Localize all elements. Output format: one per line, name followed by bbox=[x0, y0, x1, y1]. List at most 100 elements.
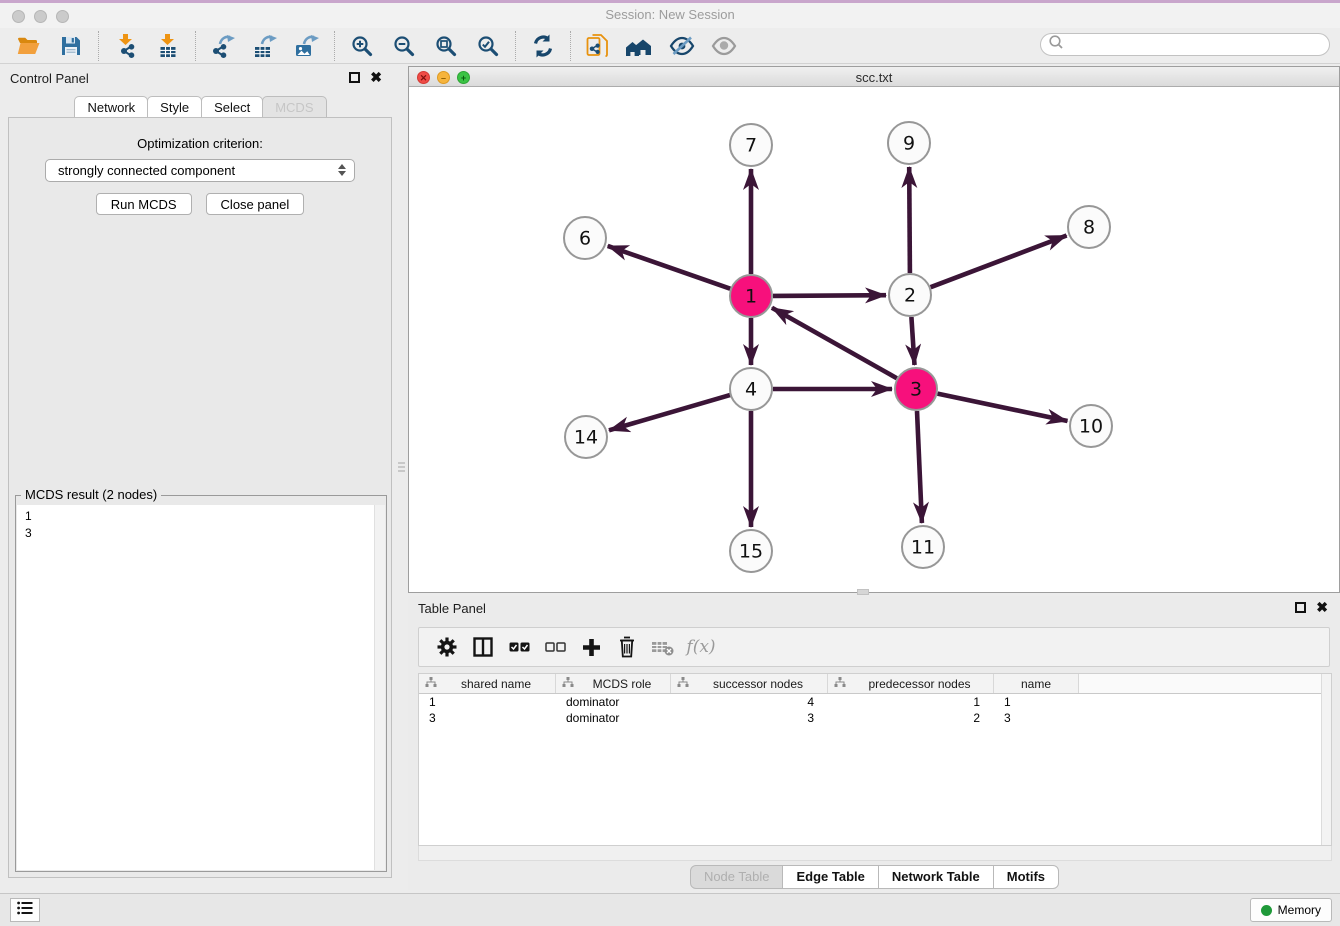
zoom-fit-icon[interactable] bbox=[430, 30, 462, 62]
select-stepper-icon bbox=[338, 164, 346, 176]
network-title: scc.txt bbox=[409, 70, 1339, 85]
search-icon bbox=[1048, 34, 1064, 55]
table-row[interactable]: 1dominator411 bbox=[419, 694, 1331, 710]
hide-selected-icon[interactable] bbox=[666, 30, 698, 62]
import-network-icon[interactable] bbox=[110, 30, 142, 62]
delete-table-icon bbox=[645, 632, 681, 662]
sort-icon bbox=[562, 677, 574, 691]
edge-1-6[interactable] bbox=[608, 246, 731, 289]
node-2[interactable]: 2 bbox=[889, 274, 931, 316]
mcds-result-value: 3 bbox=[25, 525, 377, 542]
toolbar-separator bbox=[98, 31, 99, 61]
edge-2-3[interactable] bbox=[911, 317, 914, 365]
columns-icon[interactable] bbox=[465, 632, 501, 662]
close-panel-button[interactable]: Close panel bbox=[206, 193, 305, 215]
edge-1-2[interactable] bbox=[773, 295, 886, 296]
column-header-MCDS-role[interactable]: MCDS role bbox=[556, 674, 671, 693]
save-session-icon[interactable] bbox=[55, 30, 87, 62]
network-window-titlebar[interactable]: ✕ – + scc.txt bbox=[409, 67, 1339, 87]
network-file-icon[interactable] bbox=[582, 30, 614, 62]
svg-text:2: 2 bbox=[904, 285, 916, 307]
mcds-result-group: MCDS result (2 nodes) 13 bbox=[15, 495, 387, 872]
edge-3-10[interactable] bbox=[938, 394, 1068, 421]
node-15[interactable]: 15 bbox=[730, 530, 772, 572]
mcds-result-area[interactable]: 13 bbox=[17, 505, 385, 870]
zoom-in-icon[interactable] bbox=[346, 30, 378, 62]
cell-shared-name: 1 bbox=[419, 694, 556, 710]
zoom-out-icon[interactable] bbox=[388, 30, 420, 62]
toolbar-separator bbox=[570, 31, 571, 61]
zoom-selected-icon[interactable] bbox=[472, 30, 504, 62]
column-header-predecessor-nodes[interactable]: predecessor nodes bbox=[828, 674, 994, 693]
app-title: Session: New Session bbox=[0, 7, 1340, 22]
tab-mcds[interactable]: MCDS bbox=[262, 96, 326, 117]
toolbar-separator bbox=[334, 31, 335, 61]
node-3[interactable]: 3 bbox=[895, 368, 937, 410]
node-1[interactable]: 1 bbox=[730, 275, 772, 317]
edge-4-14[interactable] bbox=[609, 395, 730, 430]
run-mcds-button[interactable]: Run MCDS bbox=[96, 193, 192, 215]
edge-3-1[interactable] bbox=[772, 308, 897, 378]
table-row[interactable]: 3dominator323 bbox=[419, 710, 1331, 726]
node-6[interactable]: 6 bbox=[564, 217, 606, 259]
node-4[interactable]: 4 bbox=[730, 368, 772, 410]
settings-icon[interactable] bbox=[429, 632, 465, 662]
float-table-panel-icon[interactable] bbox=[1295, 602, 1306, 613]
fx-icon: f(x) bbox=[681, 632, 717, 662]
network-window: ✕ – + scc.txt 7 9 6 8 1 2 4 3 14 10 15 11 bbox=[408, 66, 1340, 593]
node-11[interactable]: 11 bbox=[902, 526, 944, 568]
edge-2-8[interactable] bbox=[931, 236, 1067, 288]
refresh-layout-icon[interactable] bbox=[527, 30, 559, 62]
home-icon[interactable] bbox=[624, 30, 656, 62]
tab-node-table[interactable]: Node Table bbox=[690, 865, 784, 889]
edge-3-11[interactable] bbox=[917, 411, 922, 523]
panel-splitter-handle[interactable] bbox=[398, 457, 405, 477]
edge-2-9[interactable] bbox=[909, 167, 910, 273]
horizontal-splitter-handle[interactable] bbox=[857, 589, 869, 595]
column-header-name[interactable]: name bbox=[994, 674, 1079, 693]
open-session-icon[interactable] bbox=[13, 30, 45, 62]
cell-MCDS-role: dominator bbox=[556, 694, 671, 710]
network-graph[interactable]: 7 9 6 8 1 2 4 3 14 10 15 11 bbox=[409, 87, 1339, 592]
mcds-scrollbar[interactable] bbox=[374, 505, 385, 870]
node-9[interactable]: 9 bbox=[888, 122, 930, 164]
node-14[interactable]: 14 bbox=[565, 416, 607, 458]
network-canvas[interactable]: 7 9 6 8 1 2 4 3 14 10 15 11 bbox=[409, 87, 1339, 592]
table-tabs: Node TableEdge TableNetwork TableMotifs bbox=[408, 865, 1340, 889]
memory-button[interactable]: Memory bbox=[1250, 898, 1332, 922]
add-row-icon[interactable] bbox=[573, 632, 609, 662]
float-panel-icon[interactable] bbox=[349, 72, 360, 83]
table-vertical-scrollbar[interactable] bbox=[1321, 674, 1331, 845]
tab-network-table[interactable]: Network Table bbox=[878, 865, 994, 889]
close-table-panel-icon[interactable]: ✖ bbox=[1316, 602, 1328, 613]
svg-text:3: 3 bbox=[910, 379, 922, 401]
node-table[interactable]: shared nameMCDS rolesuccessor nodesprede… bbox=[418, 673, 1332, 846]
node-10[interactable]: 10 bbox=[1070, 405, 1112, 447]
select-all-icon[interactable] bbox=[501, 632, 537, 662]
export-image-icon[interactable] bbox=[291, 30, 323, 62]
node-8[interactable]: 8 bbox=[1068, 206, 1110, 248]
svg-text:14: 14 bbox=[574, 427, 598, 449]
export-network-icon[interactable] bbox=[207, 30, 239, 62]
list-icon bbox=[16, 899, 34, 922]
tab-network[interactable]: Network bbox=[74, 96, 148, 117]
export-table-icon[interactable] bbox=[249, 30, 281, 62]
tab-style[interactable]: Style bbox=[147, 96, 202, 117]
column-header-shared-name[interactable]: shared name bbox=[419, 674, 556, 693]
table-panel-title: Table Panel bbox=[418, 601, 486, 616]
delete-row-icon[interactable] bbox=[609, 632, 645, 662]
column-header-successor-nodes[interactable]: successor nodes bbox=[671, 674, 828, 693]
mcds-result-title: MCDS result (2 nodes) bbox=[21, 487, 161, 502]
tab-motifs[interactable]: Motifs bbox=[993, 865, 1059, 889]
import-table-icon[interactable] bbox=[152, 30, 184, 62]
node-7[interactable]: 7 bbox=[730, 124, 772, 166]
close-panel-icon[interactable]: ✖ bbox=[370, 72, 382, 83]
tab-edge-table[interactable]: Edge Table bbox=[782, 865, 878, 889]
task-history-button[interactable] bbox=[10, 898, 40, 922]
table-horizontal-scrollbar[interactable] bbox=[418, 846, 1332, 861]
show-hidden-disabled-icon bbox=[708, 30, 740, 62]
search-input[interactable] bbox=[1040, 33, 1330, 56]
deselect-all-icon[interactable] bbox=[537, 632, 573, 662]
tab-select[interactable]: Select bbox=[201, 96, 263, 117]
criterion-select[interactable]: strongly connected component bbox=[45, 159, 355, 182]
